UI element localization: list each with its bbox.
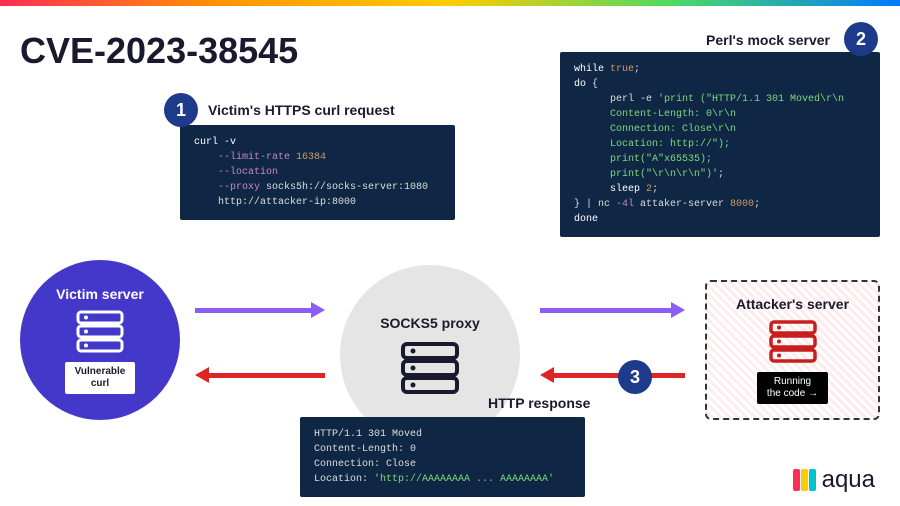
vulnerable-curl-tag: Vulnerablecurl (65, 362, 136, 394)
server-icon (768, 320, 818, 364)
label-mock-server: Perl's mock server (706, 32, 830, 48)
label-victim-request: Victim's HTTPS curl request (208, 102, 395, 118)
code-perl-server: while true; do { perl -e 'print ("HTTP/1… (560, 52, 880, 237)
victim-title: Victim server (56, 286, 144, 302)
code-http-response: HTTP/1.1 301 Moved Content-Length: 0 Con… (300, 417, 585, 497)
step-badge-3: 3 (618, 360, 652, 394)
proxy-title: SOCKS5 proxy (380, 315, 480, 331)
step-badge-2: 2 (844, 22, 878, 56)
server-icon (399, 341, 461, 395)
server-icon (75, 310, 125, 354)
victim-server-node: Victim server Vulnerablecurl (20, 260, 180, 420)
aqua-logo-icon (793, 469, 816, 491)
label-http-response: HTTP response (488, 395, 590, 411)
aqua-logo: aqua (793, 466, 875, 494)
attacker-title: Attacker's server (736, 296, 849, 312)
aqua-logo-text: aqua (822, 466, 875, 494)
top-gradient (0, 0, 900, 6)
page-title: CVE-2023-38545 (20, 30, 298, 72)
step-badge-1: 1 (164, 93, 198, 127)
attacker-server-node: Attacker's server Runningthe code → (705, 280, 880, 420)
running-code-tag: Runningthe code → (757, 372, 828, 404)
code-curl-request: curl -v --limit-rate 16384 --location --… (180, 125, 455, 220)
